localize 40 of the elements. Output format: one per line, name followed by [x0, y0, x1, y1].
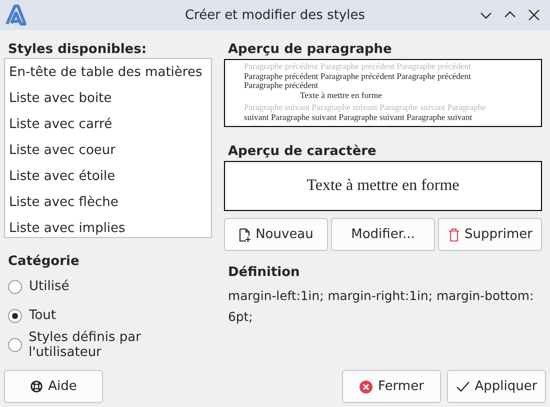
definition-heading: Définition: [227, 264, 301, 281]
delete-button[interactable]: Supprimer: [438, 218, 542, 251]
help-button[interactable]: Aide: [4, 370, 103, 403]
style-list-item[interactable]: En-tête de table des matières: [5, 60, 211, 86]
window-title: Créer et modifier des styles: [184, 8, 366, 22]
definition-text: margin-left:1in; margin-right:1in; margin-bottom: 6pt;: [227, 287, 535, 326]
apply-button[interactable]: Appliquer: [447, 370, 546, 403]
style-list-item[interactable]: Liste avec carré: [5, 112, 211, 138]
app-logo-icon: [5, 4, 27, 26]
paragraph-preview-heading: Aperçu de paragraphe: [227, 41, 393, 58]
preview-text-line: Paragraphe précédent Paragraphe précédent Paragraphe précédent: [244, 62, 471, 72]
style-list-item[interactable]: Liste avec implies: [5, 216, 211, 242]
radio-button[interactable]: [8, 280, 22, 294]
radio-label[interactable]: Styles définis par l'utilisateur: [28, 330, 212, 360]
radio-button[interactable]: [8, 308, 22, 322]
preview-text-line: suivant Paragraphe suivant Paragraphe suivant Paragraphe suivant: [244, 112, 472, 122]
style-list-item[interactable]: Liste avec coeur: [5, 138, 211, 164]
modify-button[interactable]: Modifier...: [331, 218, 435, 251]
style-list-item[interactable]: Liste avec flèche: [5, 190, 211, 216]
character-preview-heading: Aperçu de caractère: [227, 143, 378, 160]
style-list-item[interactable]: Liste avec étoile: [5, 164, 211, 190]
preview-text-line: Paragraphe précédent: [244, 81, 318, 92]
radio-label[interactable]: Utilisé: [29, 279, 70, 294]
category-heading: Catégorie: [7, 253, 80, 270]
close-icon: [359, 380, 374, 394]
style-list-item[interactable]: Liste avec boite: [5, 86, 211, 112]
preview-text-line: Paragraphe suivant Paragraphe suivant Paragraphe suivant Paragraphe: [244, 102, 486, 113]
radio-label[interactable]: Tout: [29, 308, 56, 323]
close-button[interactable]: Fermer: [342, 370, 441, 403]
styles-heading: Styles disponibles:: [7, 41, 148, 58]
radio-button[interactable]: [8, 338, 22, 352]
preview-text-line: Paragraphe précédent Paragraphe précédent Paragraphe précédent: [244, 72, 471, 82]
sample-text: Texte à mettre en forme: [299, 91, 382, 101]
close-icon[interactable]: [528, 9, 540, 21]
new-button[interactable]: Nouveau: [224, 218, 328, 251]
trash-icon: [448, 228, 460, 242]
checkmark-icon: [456, 380, 470, 392]
sample-text: Texte à mettre en forme: [306, 177, 460, 195]
new-document-icon: [238, 228, 251, 242]
lifebuoy-icon: [30, 380, 44, 393]
